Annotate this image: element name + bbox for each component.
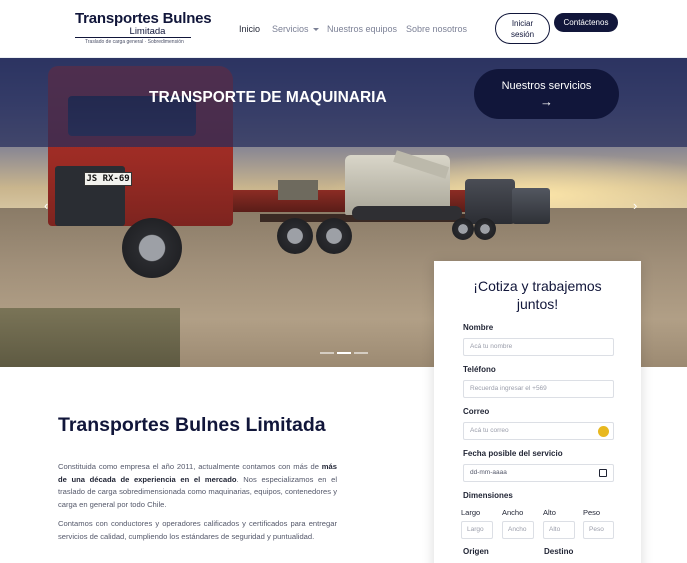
destination-label: Destino [544,547,574,556]
login-button-label-2: sesión [510,30,535,39]
autofill-icon[interactable] [598,426,609,437]
date-label: Fecha posible del servicio [463,449,563,458]
excavator-track [352,206,462,220]
about-paragraph-2: Contamos con conductores y operadores ca… [58,519,337,541]
background-truck [465,179,515,224]
services-button-label: Nuestros servicios [501,80,592,92]
carousel-indicator[interactable] [320,352,334,354]
dim-ancho-input[interactable]: Ancho [502,521,534,539]
dim-alto-input[interactable]: Alto [543,521,575,539]
chevron-down-icon [312,28,319,32]
hero-grass [0,308,180,367]
about-title: Transportes Bulnes Limitada [58,414,326,436]
logo-divider [75,37,191,38]
background-truck-2 [512,188,550,224]
loader-machine [278,180,318,200]
nav-link-nosotros[interactable]: Sobre nosotros [406,24,467,34]
dimensions-label: Dimensiones [463,491,513,500]
quote-title-line2: juntos! [516,296,559,312]
trailer-wheel [277,218,313,254]
dim-largo-input[interactable]: Largo [461,521,493,539]
dim-largo-label: Largo [461,508,481,517]
about-paragraph-1: Constituida como empresa el año 2011, ac… [58,461,337,511]
email-label: Correo [463,407,490,416]
nav-link-equipos[interactable]: Nuestros equipos [327,24,397,34]
carousel-indicator-active[interactable] [337,352,351,354]
logo-tagline: Traslado de carga general · Sobredimensi… [85,39,184,45]
dim-ancho-label: Ancho [502,508,524,517]
carousel-indicator[interactable] [354,352,368,354]
chevron-left-icon[interactable]: ‹ [44,198,48,213]
origin-label: Origen [463,547,489,556]
nav-link-servicios-label: Servicios [272,24,309,34]
trailer-wheel [316,218,352,254]
phone-label: Teléfono [463,365,496,374]
dim-peso-input[interactable]: Peso [583,521,614,539]
nav-link-servicios[interactable]: Servicios [272,24,319,34]
calendar-icon[interactable] [599,469,607,477]
navbar: Transportes Bulnes Limitada Traslado de … [0,0,687,58]
phone-input[interactable]: Recuerda ingresar el +569 [463,380,614,398]
trailer-wheel [474,218,496,240]
logo[interactable]: Transportes Bulnes Limitada Traslado de … [75,10,212,45]
dim-alto-label: Alto [543,508,556,517]
email-placeholder: Acá tu correo [470,427,509,434]
services-button[interactable]: Nuestros servicios → [474,69,619,119]
hero-title: TRANSPORTE DE MAQUINARIA [149,89,387,106]
quote-title-line1: ¡Cotiza y trabajemos [473,278,602,294]
dim-peso-label: Peso [583,508,601,517]
nav-link-inicio[interactable]: Inicio [239,24,260,34]
quote-form-title: ¡Cotiza y trabajemos juntos! [434,277,641,313]
quote-form-card: ¡Cotiza y trabajemos juntos! Nombre Acá … [434,261,641,563]
about-p1-start: Constituida como empresa el año 2011, ac… [58,462,322,471]
login-button-label-1: Iniciar [511,19,534,28]
license-plate: JS RX-69 [84,172,132,186]
date-placeholder: dd-mm-aaaa [470,469,507,476]
truck-wheel [122,218,182,278]
arrow-right-icon: → [540,94,553,109]
date-input[interactable]: dd-mm-aaaa [463,464,614,482]
trailer-wheel [452,218,474,240]
carousel-indicators [320,352,368,354]
contact-button[interactable]: Contáctenos [554,13,618,32]
name-label: Nombre [463,323,494,332]
logo-title: Transportes Bulnes [75,10,212,27]
email-input[interactable]: Acá tu correo [463,422,614,440]
name-input[interactable]: Acá tu nombre [463,338,614,356]
login-button[interactable]: Iniciar sesión [495,13,550,44]
chevron-right-icon[interactable]: › [633,198,637,213]
logo-subtitle: Limitada [129,26,166,37]
